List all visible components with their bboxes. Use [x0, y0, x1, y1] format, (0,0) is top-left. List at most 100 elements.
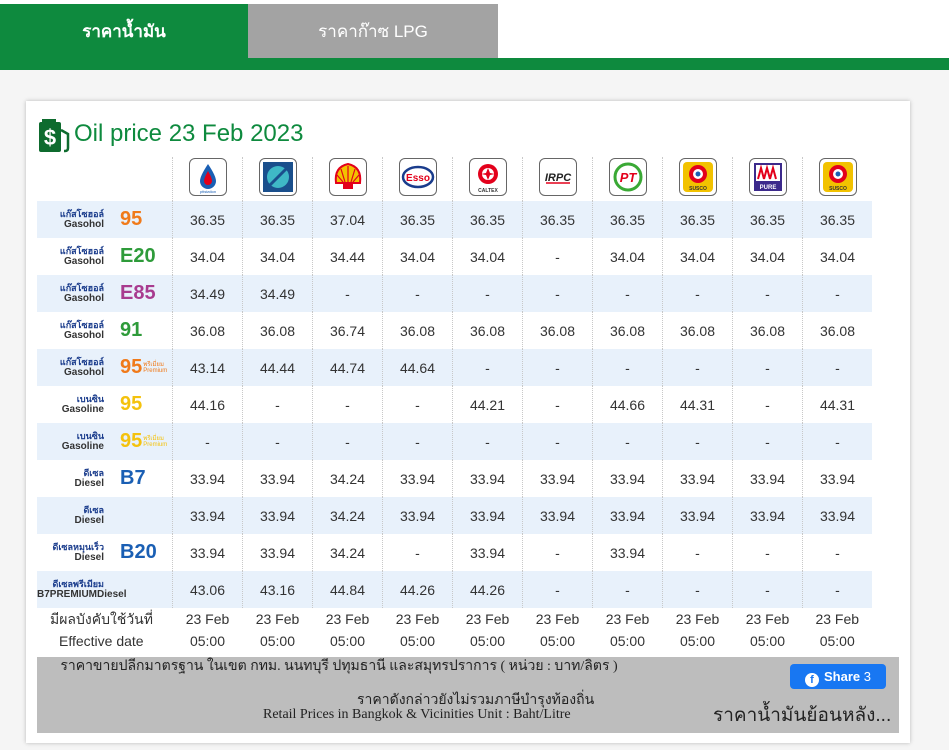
product-name-th: เบนซิน [76, 431, 104, 441]
price-cell: - [312, 275, 383, 312]
price-row: แก๊สโซฮอล์ Gasohol E20 34.04 34.04 34.44 34.04… [37, 238, 872, 275]
product-name-en: Diesel [74, 515, 104, 526]
price-cell: - [382, 423, 453, 460]
product-name-th: แก๊สโซฮอล์ [59, 357, 104, 367]
price-cell: - [522, 571, 593, 608]
ptt-logo-text: pttstation [199, 189, 215, 194]
effective-time: 05:00 [539, 633, 576, 649]
price-cell: 36.35 [172, 201, 243, 238]
price-cell: 33.94 [522, 460, 593, 497]
price-cell: 33.94 [172, 534, 243, 571]
effective-date-row: มีผลบังคับใช้วันที่ Effective date 23 Feb… [37, 608, 872, 652]
facebook-share-button[interactable]: f Share 3 [790, 664, 886, 689]
page-title: Oil price 23 Feb 2023 [74, 120, 304, 147]
price-cell: 44.84 [312, 571, 383, 608]
price-cell: - [802, 423, 872, 460]
effective-time: 05:00 [749, 633, 786, 649]
price-cell: - [522, 275, 593, 312]
price-cell: - [522, 386, 593, 423]
price-cell: 33.94 [382, 497, 453, 534]
product-label: แก๊สโซฮอล์ Gasohol 95 พรีเมี่ยม Premium [37, 349, 172, 386]
price-cell: 43.06 [172, 571, 243, 608]
price-cell: 36.08 [522, 312, 593, 349]
price-cell: 33.94 [592, 534, 663, 571]
price-cell: 43.14 [172, 349, 243, 386]
price-cell: 44.44 [242, 349, 313, 386]
price-table: pttstation Esso CALTEX IRPC PT SUSCO PUR… [37, 157, 872, 652]
price-history-link[interactable]: ราคาน้ำมันย้อนหลัง... [713, 700, 891, 730]
effective-date: 23 Feb [605, 611, 650, 627]
tab-underline [0, 58, 949, 70]
price-cell: - [452, 349, 523, 386]
price-cell: - [172, 423, 243, 460]
product-label: แก๊สโซฮอล์ Gasohol E85 [37, 275, 172, 312]
price-cell: - [802, 571, 872, 608]
brand-logo-row: pttstation Esso CALTEX IRPC PT SUSCO PUR… [37, 157, 872, 201]
price-cell: 37.04 [312, 201, 383, 238]
tab-lpg-price[interactable]: ราคาก๊าซ LPG [248, 4, 498, 58]
svg-text:PT: PT [619, 170, 637, 185]
effective-date: 23 Feb [395, 611, 440, 627]
price-cell: 43.16 [242, 571, 313, 608]
price-cell: 34.49 [242, 275, 313, 312]
effective-date: 23 Feb [255, 611, 300, 627]
price-cell: - [662, 571, 733, 608]
price-row: แก๊สโซฮอล์ Gasohol 95 พรีเมี่ยม Premium 43.1… [37, 349, 872, 386]
price-cell: 33.94 [172, 497, 243, 534]
shell-logo-icon [328, 158, 367, 196]
price-cell: 44.16 [172, 386, 243, 423]
svg-text:$: $ [44, 125, 56, 150]
ptt-logo-icon: pttstation [188, 158, 227, 196]
price-cell: 34.44 [312, 238, 383, 275]
product-code: 95 [120, 208, 143, 230]
price-cell: 36.08 [242, 312, 313, 349]
price-cell: 36.74 [312, 312, 383, 349]
product-label: ดีเซล Diesel B7 [37, 460, 172, 497]
product-name-th: เบนซิน [76, 394, 104, 404]
svg-text:Esso: Esso [406, 173, 430, 184]
price-cell: 34.04 [382, 238, 453, 275]
price-row: ดีเซล Diesel B7 33.94 33.94 34.24 33.94 33.94 33… [37, 460, 872, 497]
tab-oil-price[interactable]: ราคาน้ำมัน [0, 4, 248, 58]
product-name-th: ดีเซลพรีเมียม [52, 579, 104, 589]
price-cell: 33.94 [662, 460, 733, 497]
effective-time: 05:00 [259, 633, 296, 649]
effective-date: 23 Feb [815, 611, 860, 627]
price-cell: 36.08 [382, 312, 453, 349]
product-code: 95 [120, 356, 143, 378]
footer-info: ราคาขายปลีกมาตรฐาน ในเขต กทม. นนทบุรี ปท… [37, 657, 899, 733]
price-cell: 36.35 [592, 201, 663, 238]
price-cell: 36.35 [452, 201, 523, 238]
irpc-logo-icon: IRPC [538, 158, 577, 196]
product-name-en: Gasoline [61, 404, 104, 415]
price-rows: แก๊สโซฮอล์ Gasohol 95 36.35 36.35 37.04 36.35 3… [37, 201, 872, 608]
effective-label-th: มีผลบังคับใช้วันที่ [50, 611, 153, 627]
price-cell: 34.49 [172, 275, 243, 312]
price-cell: 44.21 [452, 386, 523, 423]
price-cell: 34.04 [662, 238, 733, 275]
price-cell: 44.26 [452, 571, 523, 608]
price-cell: 34.04 [802, 238, 872, 275]
price-row: เบนซิน Gasoline 95 พรีเมี่ยม Premium - - - - - - -… [37, 423, 872, 460]
product-name-en: Gasohol [63, 330, 104, 341]
price-cell: - [242, 423, 313, 460]
price-cell: - [662, 423, 733, 460]
price-cell: 36.35 [382, 201, 453, 238]
product-label: เบนซิน Gasoline 95 [37, 386, 172, 423]
footer-note-line1: ราคาขายปลีกมาตรฐาน ในเขต กทม. นนทบุรี ปท… [60, 659, 618, 674]
product-name-th: ดีเซล [83, 505, 104, 515]
price-cell: - [732, 534, 803, 571]
price-cell: - [732, 423, 803, 460]
footer-note-line3: Retail Prices in Bangkok & Vicinities Un… [263, 707, 571, 722]
product-name-th: แก๊สโซฮอล์ [59, 246, 104, 256]
price-cell: - [242, 386, 313, 423]
price-cell: - [662, 534, 733, 571]
share-label: Share [824, 669, 861, 684]
price-cell: - [522, 423, 593, 460]
price-cell: 34.04 [452, 238, 523, 275]
price-cell: - [382, 275, 453, 312]
product-name-en: Gasohol [63, 367, 104, 378]
price-cell: 34.04 [592, 238, 663, 275]
price-cell: - [382, 386, 453, 423]
price-cell: 36.35 [242, 201, 313, 238]
